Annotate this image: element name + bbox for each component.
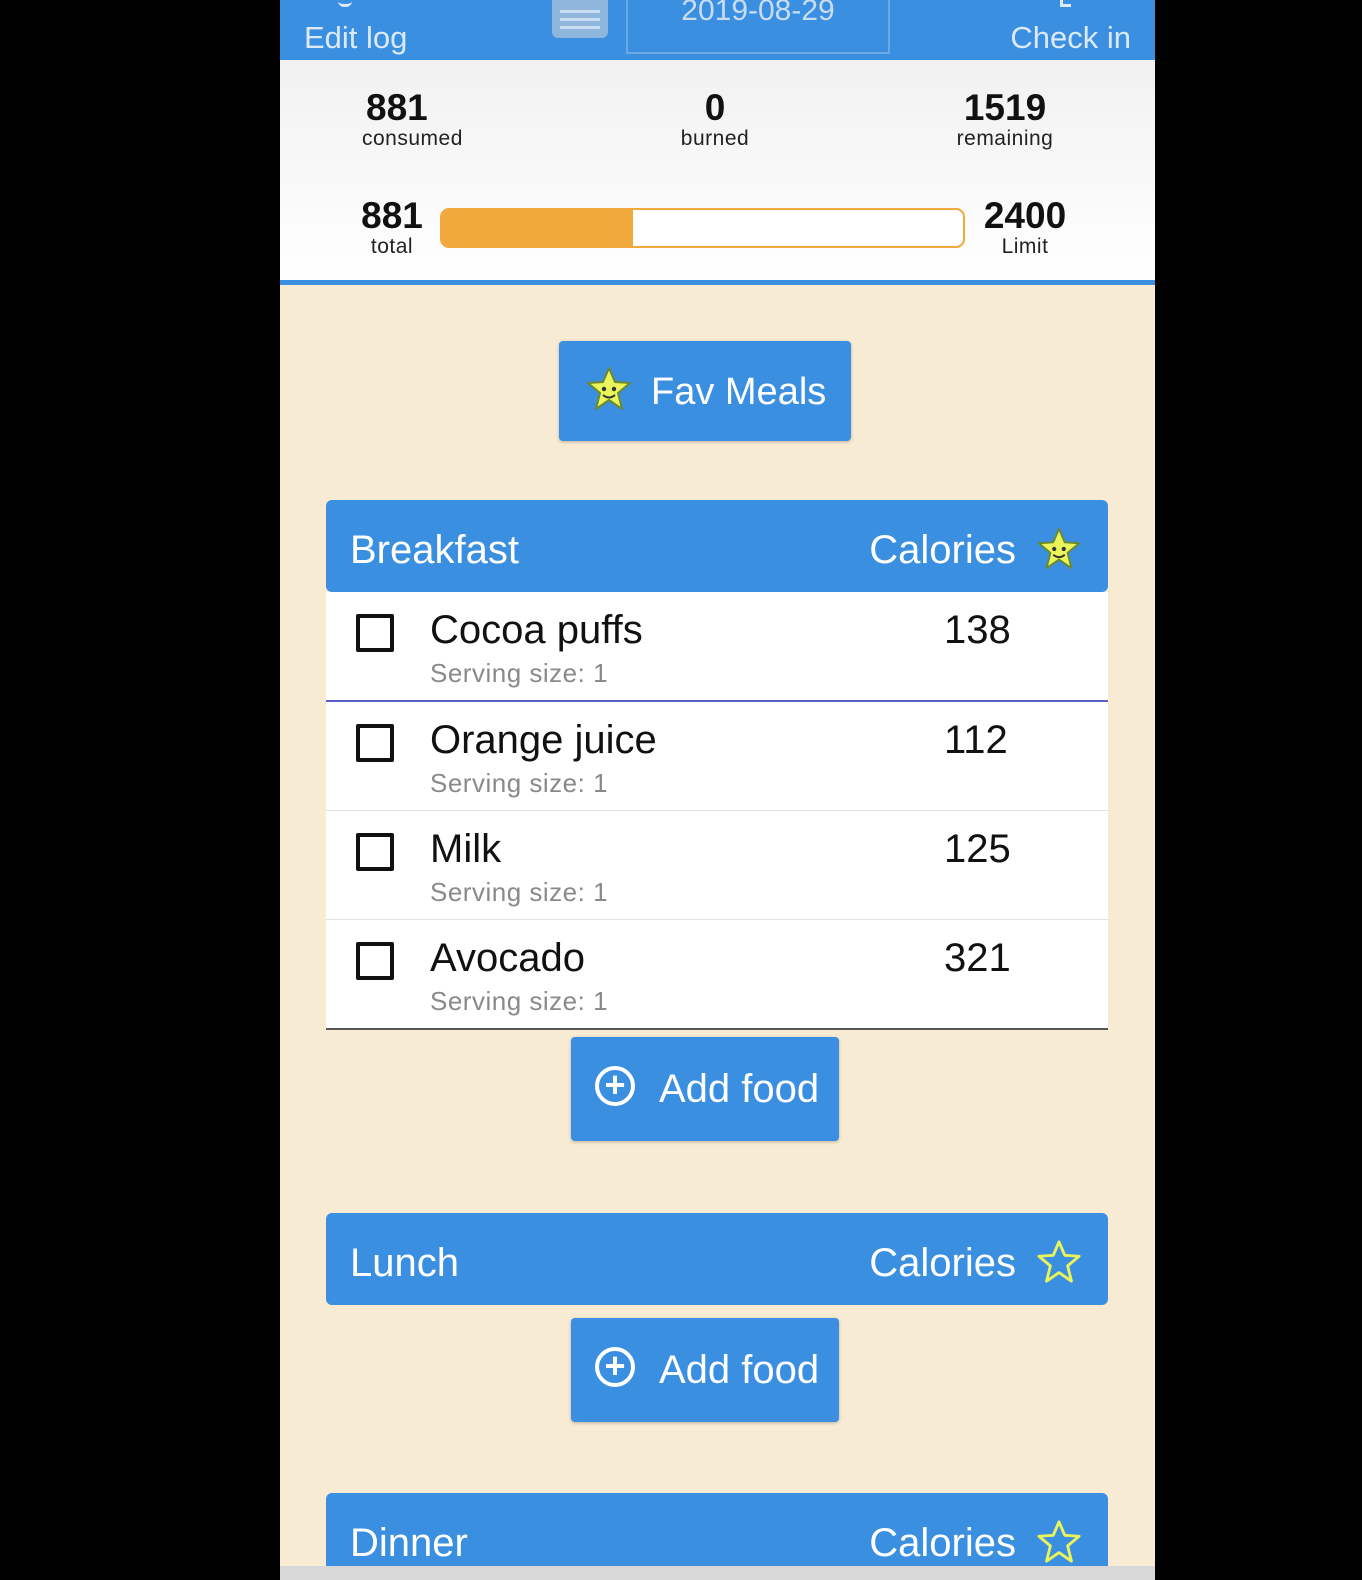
- checkin-icon[interactable]: [1060, 0, 1071, 7]
- list-item[interactable]: Milk Serving size: 1 125: [326, 811, 1108, 920]
- total-stat: 881 total: [352, 196, 432, 258]
- calorie-summary: 881 consumed 0 burned 1519 remaining 881…: [280, 60, 1155, 285]
- remaining-label: remaining: [956, 127, 1054, 150]
- plus-circle-icon: +: [595, 1066, 635, 1106]
- calorie-progress-bar: [440, 208, 965, 248]
- date-selector[interactable]: 2019-08-29: [626, 0, 890, 54]
- list-item[interactable]: Cocoa puffs Serving size: 1 138: [326, 592, 1108, 702]
- food-checkbox[interactable]: [356, 614, 394, 652]
- fav-meals-button[interactable]: Fav Meals: [559, 341, 851, 441]
- food-checkbox[interactable]: [356, 724, 394, 762]
- edit-log-button[interactable]: Edit log: [304, 20, 407, 56]
- breakfast-calories-label: Calories: [869, 528, 1016, 572]
- serving-size: Serving size: 1: [430, 877, 609, 907]
- food-checkbox[interactable]: [356, 942, 394, 980]
- food-calories: 321: [944, 936, 1011, 980]
- food-name: Orange juice: [430, 718, 657, 762]
- burned-stat: 0 burned: [660, 88, 770, 150]
- lunch-header: Lunch Calories: [326, 1213, 1108, 1305]
- limit-label: Limit: [1001, 235, 1049, 258]
- add-food-label: Add food: [659, 1348, 820, 1392]
- breakfast-title: Breakfast: [350, 528, 519, 572]
- serving-size: Serving size: 1: [430, 768, 609, 798]
- check-in-button[interactable]: Check in: [1010, 20, 1131, 56]
- lunch-add-food-button[interactable]: + Add food: [571, 1318, 839, 1422]
- calorie-progress-fill: [442, 210, 634, 246]
- total-label: total: [370, 235, 414, 258]
- burned-label: burned: [680, 127, 750, 150]
- limit-stat: 2400 Limit: [970, 196, 1080, 258]
- breakfast-add-food-button[interactable]: + Add food: [571, 1037, 839, 1141]
- consumed-value: 881: [366, 87, 428, 128]
- top-bar: Edit log 2019-08-29 Check in: [280, 0, 1155, 60]
- serving-size: Serving size: 1: [430, 658, 609, 688]
- plus-circle-icon: +: [595, 1347, 635, 1387]
- burned-value: 0: [704, 87, 726, 128]
- limit-value: 2400: [983, 195, 1067, 236]
- fav-meals-label: Fav Meals: [651, 371, 827, 413]
- add-food-label: Add food: [659, 1067, 820, 1111]
- app-screen: Edit log 2019-08-29 Check in 881 consume…: [280, 0, 1155, 1580]
- serving-size: Serving size: 1: [430, 986, 609, 1016]
- food-calories: 138: [944, 608, 1011, 652]
- breakfast-food-list: Cocoa puffs Serving size: 1 138 Orange j…: [326, 592, 1108, 1030]
- total-value: 881: [361, 195, 423, 236]
- bottom-divider: [280, 1566, 1155, 1580]
- food-name: Milk: [430, 827, 502, 871]
- star-outline-icon[interactable]: [1036, 1239, 1082, 1290]
- food-calories: 125: [944, 827, 1011, 871]
- smiling-star-icon[interactable]: [1036, 526, 1082, 577]
- food-name: Cocoa puffs: [430, 608, 643, 652]
- consumed-label: consumed: [362, 127, 463, 150]
- lunch-calories-label: Calories: [869, 1241, 1016, 1285]
- list-item[interactable]: Orange juice Serving size: 1 112: [326, 702, 1108, 811]
- pencil-icon[interactable]: [338, 0, 352, 7]
- lunch-title: Lunch: [350, 1241, 459, 1285]
- smiling-star-icon: [585, 365, 633, 418]
- breakfast-header: Breakfast Calories: [326, 500, 1108, 592]
- list-item[interactable]: Avocado Serving size: 1 321: [326, 920, 1108, 1028]
- calendar-icon[interactable]: [552, 0, 608, 38]
- dinner-calories-label: Calories: [869, 1521, 1016, 1565]
- remaining-value: 1519: [963, 87, 1047, 128]
- star-outline-icon[interactable]: [1036, 1519, 1082, 1570]
- consumed-stat: 881 consumed: [362, 88, 492, 150]
- food-calories: 112: [944, 718, 1008, 762]
- dinner-title: Dinner: [350, 1521, 468, 1565]
- food-checkbox[interactable]: [356, 833, 394, 871]
- food-name: Avocado: [430, 936, 585, 980]
- remaining-stat: 1519 remaining: [940, 88, 1070, 150]
